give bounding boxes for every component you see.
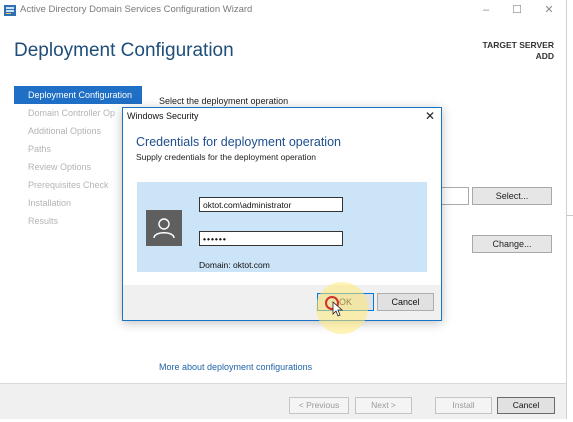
edge-divider: [566, 215, 573, 216]
next-button[interactable]: Next >: [355, 397, 412, 414]
dialog-heading: Credentials for deployment operation: [136, 135, 341, 149]
user-avatar: [146, 210, 182, 246]
credential-panel: oktot.com\administrator •••••• Domain: o…: [137, 182, 427, 272]
target-server-label: TARGET SERVER: [482, 40, 554, 50]
maximize-button[interactable]: ☐: [503, 2, 531, 18]
target-server-value: ADD: [535, 51, 554, 61]
select-operation-label: Select the deployment operation: [159, 96, 289, 106]
mouse-pointer-icon: [332, 301, 344, 317]
target-server: TARGET SERVER ADD: [483, 40, 554, 62]
more-about-link[interactable]: More about deployment configurations: [159, 362, 312, 372]
dialog-subtitle: Supply credentials for the deployment op…: [136, 152, 317, 162]
wizard-footer: < Previous Next > Install Cancel: [0, 383, 566, 419]
close-button[interactable]: ✕: [535, 2, 563, 18]
minimize-button[interactable]: –: [472, 2, 500, 18]
page-title: Deployment Configuration: [14, 40, 234, 61]
user-icon: [153, 218, 175, 239]
install-button[interactable]: Install: [435, 397, 492, 414]
window-title: Active Directory Domain Services Configu…: [20, 4, 253, 15]
dialog-cancel-button[interactable]: Cancel: [377, 293, 434, 311]
select-button[interactable]: Select...: [472, 187, 552, 205]
username-field[interactable]: oktot.com\administrator: [199, 197, 343, 212]
credentials-dialog: Windows Security ✕ Credentials for deplo…: [122, 107, 442, 321]
previous-button[interactable]: < Previous: [289, 397, 349, 414]
change-button[interactable]: Change...: [472, 235, 552, 253]
cancel-button[interactable]: Cancel: [497, 397, 555, 414]
title-bar: Active Directory Domain Services Configu…: [0, 0, 566, 22]
dialog-close-button[interactable]: ✕: [425, 109, 435, 123]
dialog-footer: OK Cancel: [123, 285, 441, 320]
server-icon: [4, 5, 16, 16]
dialog-title: Windows Security: [127, 111, 199, 121]
domain-label: Domain: oktot.com: [199, 260, 270, 270]
nav-item-deployment-configuration[interactable]: Deployment Configuration: [14, 86, 142, 104]
password-field[interactable]: ••••••: [199, 231, 343, 246]
domain-field-edge[interactable]: [440, 187, 469, 205]
